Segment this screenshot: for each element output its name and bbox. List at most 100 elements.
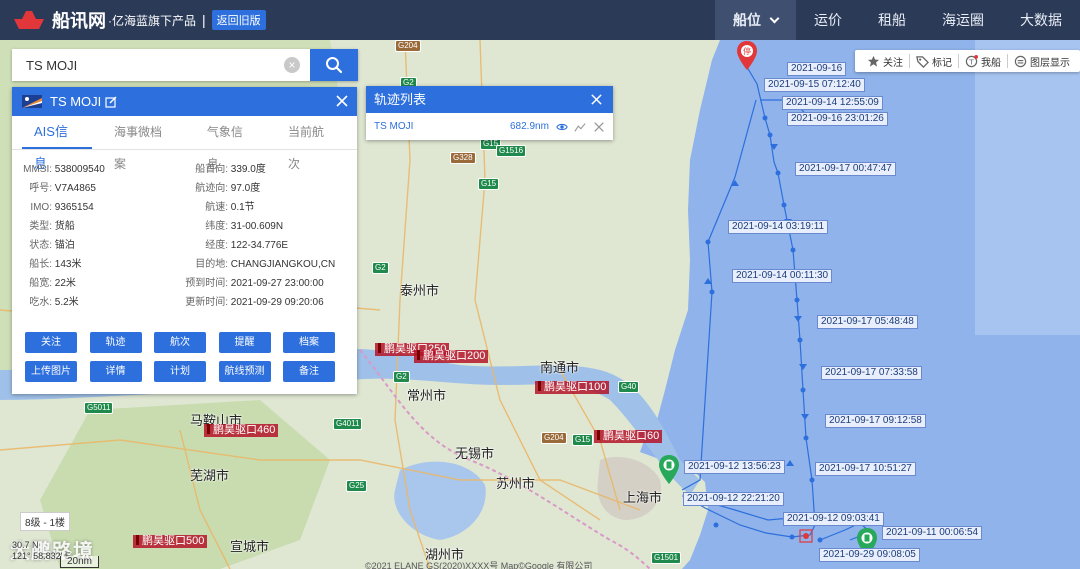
archive-button[interactable]: 档案: [283, 332, 335, 353]
info-row-length: 船长: 143米: [12, 255, 81, 274]
track-button[interactable]: 轨迹: [89, 332, 142, 353]
upload-photo-button[interactable]: 上传图片: [25, 361, 77, 382]
track-time-label[interactable]: 2021-09-17 00:47:47: [795, 162, 896, 176]
tag-icon: [916, 55, 929, 68]
line-chart-icon[interactable]: [574, 121, 586, 133]
anchorage-label: 鹏昊驱口500: [133, 535, 208, 548]
track-time-label[interactable]: 2021-09-12 09:03:41: [783, 512, 884, 526]
close-icon[interactable]: [335, 94, 349, 108]
city-label: 常州市: [407, 388, 447, 403]
info-row-beam: 船宽: 22米: [12, 274, 76, 293]
info-key: 类型:: [29, 221, 52, 232]
track-start-marker-icon[interactable]: [658, 454, 680, 486]
map-copyright: ©2021 ELANE GS(2020)XXXX号 Map©Google 有限公…: [365, 561, 593, 569]
follow-tool-label: 关注: [883, 57, 903, 69]
info-key: 纬度:: [205, 221, 228, 232]
close-icon[interactable]: [590, 93, 603, 106]
info-value: CHANGJIANGKOU,CN: [230, 259, 336, 270]
marshall-islands-flag-icon: [22, 95, 42, 108]
city-label: 南通市: [540, 360, 580, 375]
road-shield: G1516: [496, 145, 527, 157]
toolbar-divider: [909, 54, 910, 68]
info-key: 航速:: [205, 202, 228, 213]
tab-maritime-profile[interactable]: 海事微档案: [102, 116, 185, 171]
info-row-destination: 目的地: CHANGJIANGKOU,CN: [178, 255, 335, 274]
city-label: 上海市: [623, 490, 663, 505]
anchorage-label: 鹏昊驱口60: [594, 430, 663, 443]
track-length: 682.9nm: [510, 121, 549, 132]
track-time-label[interactable]: 2021-09-17 05:48:48: [817, 315, 918, 329]
info-row-mmsi: MMSI: 538009540: [12, 160, 105, 179]
main-nav: 船位 运价 租船 海运圈 大数据: [715, 0, 1080, 40]
info-key: 吃水:: [29, 297, 52, 308]
follow-tool-button[interactable]: 关注: [867, 54, 903, 69]
info-row-latitude: 纬度: 31-00.609N: [178, 217, 283, 236]
clear-search-icon[interactable]: ×: [284, 57, 300, 73]
info-value: 0.1节: [230, 202, 255, 213]
road-shield: G40: [618, 381, 640, 393]
nav-big-data[interactable]: 大数据: [1002, 0, 1080, 40]
track-time-label[interactable]: 2021-09-29 09:08:05: [819, 548, 920, 562]
track-time-label[interactable]: 2021-09-14 00:11:30: [732, 269, 833, 283]
track-panel-title: 轨迹列表: [374, 92, 427, 107]
ship-action-buttons: 关注 轨迹 航次 提醒 档案 上传图片 详情 计划 航线预测 备注: [25, 332, 345, 382]
track-end-marker-icon[interactable]: 停: [736, 40, 758, 72]
ship-info-panel: TS MOJI AIS信息 海事微档案 气象信息 当前航次 MMSI: 5380…: [12, 87, 357, 394]
follow-button[interactable]: 关注: [25, 332, 77, 353]
notes-button[interactable]: 备注: [283, 361, 335, 382]
nav-ship-position-label: 船位: [733, 12, 761, 28]
nav-charter[interactable]: 租船: [860, 0, 924, 40]
info-row-type: 类型: 货船: [12, 217, 75, 236]
info-key: 经度:: [205, 240, 228, 251]
delete-icon[interactable]: [593, 121, 605, 133]
info-row-eta: 预到时间: 2021-09-27 23:00:00: [178, 274, 324, 293]
track-time-label[interactable]: 2021-09-15 07:12:40: [764, 78, 865, 92]
old-version-button[interactable]: 返回旧版: [211, 10, 266, 30]
tab-ais-info[interactable]: AIS信息: [22, 116, 93, 171]
track-time-label[interactable]: 2021-09-16: [787, 62, 847, 76]
track-time-label[interactable]: 2021-09-12 13:56:23: [684, 460, 785, 474]
layers-tool-button[interactable]: 图层显示: [1014, 54, 1070, 69]
track-time-label[interactable]: 2021-09-12 22:21:20: [683, 492, 784, 506]
mark-tool-button[interactable]: 标记: [916, 54, 952, 69]
info-row-heading: 船首向: 339.0度: [178, 160, 266, 179]
ship-search-input[interactable]: [12, 49, 308, 81]
nav-freight[interactable]: 运价: [796, 0, 860, 40]
route-prediction-button[interactable]: 航线预测: [218, 361, 271, 382]
ship-logo-icon: [14, 11, 44, 29]
details-button[interactable]: 详情: [89, 361, 142, 382]
info-row-speed: 航速: 0.1节: [178, 198, 255, 217]
coord-latitude: 30.7 N: [12, 540, 39, 550]
info-value: 2021-09-27 23:00:00: [230, 278, 324, 289]
edit-icon[interactable]: [105, 96, 117, 108]
eye-icon[interactable]: [556, 121, 568, 133]
brand-slogan: ·亿海蓝旗下产品: [108, 13, 196, 28]
track-list-item[interactable]: TS MOJI 682.9nm: [366, 113, 613, 140]
track-time-label[interactable]: 2021-09-14 03:19:11: [728, 220, 829, 234]
track-time-label[interactable]: 2021-09-14 12:55:09: [782, 96, 883, 110]
plan-button[interactable]: 计划: [154, 361, 206, 382]
voyage-button[interactable]: 航次: [154, 332, 206, 353]
reminder-button[interactable]: 提醒: [218, 332, 271, 353]
track-panel-header: 轨迹列表: [366, 86, 613, 113]
nav-shipping-circle[interactable]: 海运圈: [924, 0, 1002, 40]
track-time-label[interactable]: 2021-09-11 00:06:54: [882, 526, 983, 540]
anchorage-label: 鹏昊驱口100: [535, 381, 610, 394]
track-time-label[interactable]: 2021-09-16 23:01:26: [787, 112, 888, 126]
nav-ship-position[interactable]: 船位: [715, 0, 796, 40]
info-value: 5.2米: [54, 297, 79, 308]
info-row-status: 状态: 锚泊: [12, 236, 75, 255]
my-ship-icon: T: [965, 54, 978, 67]
info-key: 船首向:: [195, 164, 228, 175]
road-shield: G15: [478, 178, 500, 190]
track-time-label[interactable]: 2021-09-17 10:51:27: [815, 462, 916, 476]
logo[interactable]: 船讯网 ·亿海蓝旗下产品 | 返回旧版: [12, 6, 266, 34]
track-time-label[interactable]: 2021-09-17 07:33:58: [821, 366, 922, 380]
road-shield: G2: [372, 262, 389, 274]
tab-current-voyage[interactable]: 当前航次: [276, 116, 347, 171]
track-time-label[interactable]: 2021-09-17 09:12:58: [825, 414, 926, 428]
info-row-longitude: 经度: 122-34.776E: [178, 236, 288, 255]
tab-weather-info[interactable]: 气象信息: [195, 116, 266, 171]
search-button[interactable]: [310, 49, 358, 81]
my-ships-tool-button[interactable]: T 我船: [965, 54, 1001, 69]
